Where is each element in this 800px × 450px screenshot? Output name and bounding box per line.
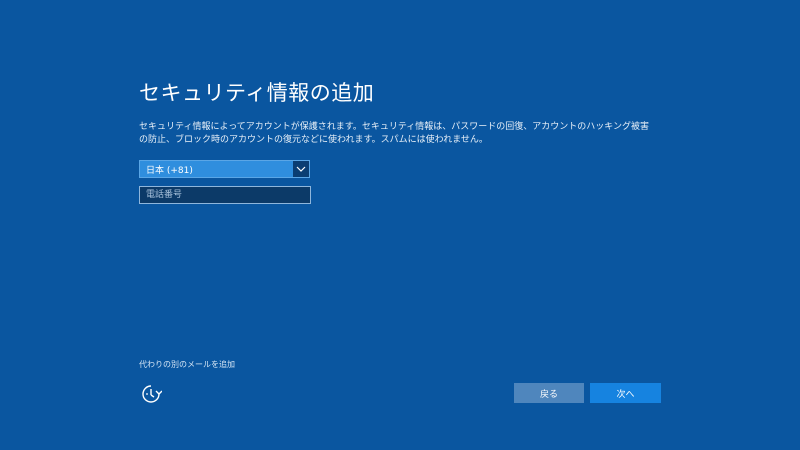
alternate-email-link[interactable]: 代わりの別のメールを追加 bbox=[139, 359, 235, 370]
ease-of-access-icon[interactable] bbox=[140, 383, 163, 405]
next-button[interactable]: 次へ bbox=[590, 383, 661, 403]
country-code-select[interactable]: 日本 (+81) bbox=[139, 160, 310, 178]
page-description: セキュリティ情報によってアカウントが保護されます。セキュリティ情報は、パスワード… bbox=[139, 121, 650, 147]
oobe-screen: セキュリティ情報の追加 セキュリティ情報によってアカウントが保護されます。セキュ… bbox=[0, 0, 800, 450]
page-title: セキュリティ情報の追加 bbox=[139, 81, 375, 105]
chevron-down-icon[interactable] bbox=[293, 161, 309, 177]
back-button[interactable]: 戻る bbox=[514, 383, 584, 403]
phone-number-input[interactable] bbox=[139, 186, 311, 204]
description-line-1: セキュリティ情報によってアカウントが保護されます。セキュリティ情報は、パスワード… bbox=[139, 122, 650, 132]
country-code-value: 日本 (+81) bbox=[146, 165, 193, 176]
description-line-2: の防止、ブロック時のアカウントの復元などに使われます。スパムには使われません。 bbox=[139, 135, 488, 145]
